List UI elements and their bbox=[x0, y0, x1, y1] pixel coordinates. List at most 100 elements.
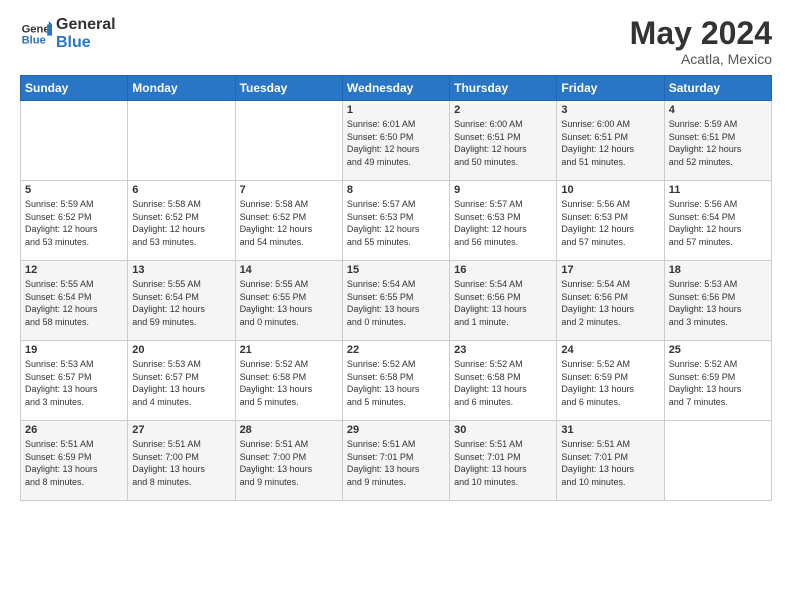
day-number: 14 bbox=[240, 264, 338, 276]
cell-info: Sunrise: 5:54 AM Sunset: 6:56 PM Dayligh… bbox=[561, 278, 659, 328]
cell-info: Sunrise: 5:52 AM Sunset: 6:59 PM Dayligh… bbox=[561, 358, 659, 408]
cell-info: Sunrise: 5:51 AM Sunset: 7:00 PM Dayligh… bbox=[240, 438, 338, 488]
calendar-cell: 15 Sunrise: 5:54 AM Sunset: 6:55 PM Dayli… bbox=[342, 261, 449, 341]
main-container: General Blue General Blue May 2024 Acatl… bbox=[0, 0, 792, 511]
day-number: 12 bbox=[25, 264, 123, 276]
calendar-cell: 2Sunrise: 6:00 AM Sunset: 6:51 PM Daylig… bbox=[450, 101, 557, 181]
day-number: 9 bbox=[454, 184, 552, 196]
day-number: 22 bbox=[347, 344, 445, 356]
week-row-2: 5 Sunrise: 5:59 AM Sunset: 6:52 PM Daylig… bbox=[21, 181, 772, 261]
subtitle: Acatla, Mexico bbox=[630, 51, 772, 67]
calendar-cell bbox=[235, 101, 342, 181]
cell-info: Sunrise: 5:55 AM Sunset: 6:55 PM Dayligh… bbox=[240, 278, 338, 328]
day-number: 3 bbox=[561, 104, 659, 116]
calendar-cell bbox=[21, 101, 128, 181]
week-row-3: 12 Sunrise: 5:55 AM Sunset: 6:54 PM Dayli… bbox=[21, 261, 772, 341]
day-number: 1 bbox=[347, 104, 445, 116]
calendar-cell: 13 Sunrise: 5:55 AM Sunset: 6:54 PM Dayli… bbox=[128, 261, 235, 341]
day-number: 31 bbox=[561, 424, 659, 436]
calendar-cell: 12 Sunrise: 5:55 AM Sunset: 6:54 PM Dayli… bbox=[21, 261, 128, 341]
calendar-cell: 23Sunrise: 5:52 AM Sunset: 6:58 PM Dayli… bbox=[450, 341, 557, 421]
cell-info: Sunrise: 5:55 AM Sunset: 6:54 PM Dayligh… bbox=[25, 278, 123, 328]
day-number: 29 bbox=[347, 424, 445, 436]
calendar-cell: 4Sunrise: 5:59 AM Sunset: 6:51 PM Daylig… bbox=[664, 101, 771, 181]
day-number: 10 bbox=[561, 184, 659, 196]
header-day-wednesday: Wednesday bbox=[342, 76, 449, 101]
logo-icon: General Blue bbox=[20, 18, 52, 50]
week-row-1: 1 Sunrise: 6:01 AM Sunset: 6:50 PM Daylig… bbox=[21, 101, 772, 181]
cell-info: Sunrise: 5:56 AM Sunset: 6:53 PM Dayligh… bbox=[561, 198, 659, 248]
day-number: 11 bbox=[669, 184, 767, 196]
cell-info: Sunrise: 5:55 AM Sunset: 6:54 PM Dayligh… bbox=[132, 278, 230, 328]
cell-info: Sunrise: 6:00 AM Sunset: 6:51 PM Dayligh… bbox=[561, 118, 659, 168]
header-day-saturday: Saturday bbox=[664, 76, 771, 101]
cell-info: Sunrise: 5:52 AM Sunset: 6:58 PM Dayligh… bbox=[240, 358, 338, 408]
header-day-monday: Monday bbox=[128, 76, 235, 101]
cell-info: Sunrise: 5:59 AM Sunset: 6:52 PM Dayligh… bbox=[25, 198, 123, 248]
day-number: 16 bbox=[454, 264, 552, 276]
svg-text:Blue: Blue bbox=[22, 34, 46, 46]
day-number: 13 bbox=[132, 264, 230, 276]
day-number: 17 bbox=[561, 264, 659, 276]
main-title: May 2024 bbox=[630, 16, 772, 51]
day-number: 8 bbox=[347, 184, 445, 196]
calendar-cell: 29 Sunrise: 5:51 AM Sunset: 7:01 PM Dayli… bbox=[342, 421, 449, 501]
day-number: 2 bbox=[454, 104, 552, 116]
calendar-cell bbox=[664, 421, 771, 501]
cell-info: Sunrise: 5:59 AM Sunset: 6:51 PM Dayligh… bbox=[669, 118, 767, 168]
calendar-cell: 20Sunrise: 5:53 AM Sunset: 6:57 PM Dayli… bbox=[128, 341, 235, 421]
cell-info: Sunrise: 5:54 AM Sunset: 6:56 PM Dayligh… bbox=[454, 278, 552, 328]
calendar-cell: 27 Sunrise: 5:51 AM Sunset: 7:00 PM Dayli… bbox=[128, 421, 235, 501]
calendar-cell: 21Sunrise: 5:52 AM Sunset: 6:58 PM Dayli… bbox=[235, 341, 342, 421]
calendar-cell: 11Sunrise: 5:56 AM Sunset: 6:54 PM Dayli… bbox=[664, 181, 771, 261]
calendar-cell: 31Sunrise: 5:51 AM Sunset: 7:01 PM Dayli… bbox=[557, 421, 664, 501]
calendar-cell: 22 Sunrise: 5:52 AM Sunset: 6:58 PM Dayli… bbox=[342, 341, 449, 421]
calendar-cell: 16 Sunrise: 5:54 AM Sunset: 6:56 PM Dayli… bbox=[450, 261, 557, 341]
cell-info: Sunrise: 5:54 AM Sunset: 6:55 PM Dayligh… bbox=[347, 278, 445, 328]
calendar-body: 1 Sunrise: 6:01 AM Sunset: 6:50 PM Daylig… bbox=[21, 101, 772, 501]
cell-info: Sunrise: 5:58 AM Sunset: 6:52 PM Dayligh… bbox=[240, 198, 338, 248]
header-day-tuesday: Tuesday bbox=[235, 76, 342, 101]
logo-text-block: General Blue bbox=[56, 16, 116, 51]
calendar-cell: 25 Sunrise: 5:52 AM Sunset: 6:59 PM Dayli… bbox=[664, 341, 771, 421]
day-number: 25 bbox=[669, 344, 767, 356]
calendar-cell: 9 Sunrise: 5:57 AM Sunset: 6:53 PM Daylig… bbox=[450, 181, 557, 261]
day-number: 7 bbox=[240, 184, 338, 196]
calendar-cell: 7 Sunrise: 5:58 AM Sunset: 6:52 PM Daylig… bbox=[235, 181, 342, 261]
cell-info: Sunrise: 5:53 AM Sunset: 6:57 PM Dayligh… bbox=[132, 358, 230, 408]
day-number: 27 bbox=[132, 424, 230, 436]
header-day-friday: Friday bbox=[557, 76, 664, 101]
cell-info: Sunrise: 5:53 AM Sunset: 6:57 PM Dayligh… bbox=[25, 358, 123, 408]
day-number: 30 bbox=[454, 424, 552, 436]
cell-info: Sunrise: 5:52 AM Sunset: 6:58 PM Dayligh… bbox=[347, 358, 445, 408]
header-row: SundayMondayTuesdayWednesdayThursdayFrid… bbox=[21, 76, 772, 101]
week-row-5: 26Sunrise: 5:51 AM Sunset: 6:59 PM Dayli… bbox=[21, 421, 772, 501]
cell-info: Sunrise: 5:57 AM Sunset: 6:53 PM Dayligh… bbox=[454, 198, 552, 248]
logo: General Blue General Blue bbox=[20, 16, 116, 51]
cell-info: Sunrise: 5:57 AM Sunset: 6:53 PM Dayligh… bbox=[347, 198, 445, 248]
day-number: 15 bbox=[347, 264, 445, 276]
cell-info: Sunrise: 5:58 AM Sunset: 6:52 PM Dayligh… bbox=[132, 198, 230, 248]
day-number: 19 bbox=[25, 344, 123, 356]
day-number: 5 bbox=[25, 184, 123, 196]
calendar-cell: 19 Sunrise: 5:53 AM Sunset: 6:57 PM Dayli… bbox=[21, 341, 128, 421]
cell-info: Sunrise: 6:01 AM Sunset: 6:50 PM Dayligh… bbox=[347, 118, 445, 168]
calendar-cell: 1 Sunrise: 6:01 AM Sunset: 6:50 PM Daylig… bbox=[342, 101, 449, 181]
logo-blue: Blue bbox=[56, 34, 116, 52]
cell-info: Sunrise: 5:51 AM Sunset: 7:01 PM Dayligh… bbox=[347, 438, 445, 488]
calendar-cell: 3 Sunrise: 6:00 AM Sunset: 6:51 PM Daylig… bbox=[557, 101, 664, 181]
day-number: 18 bbox=[669, 264, 767, 276]
cell-info: Sunrise: 5:51 AM Sunset: 7:00 PM Dayligh… bbox=[132, 438, 230, 488]
week-row-4: 19 Sunrise: 5:53 AM Sunset: 6:57 PM Dayli… bbox=[21, 341, 772, 421]
calendar-header: SundayMondayTuesdayWednesdayThursdayFrid… bbox=[21, 76, 772, 101]
calendar-cell: 6Sunrise: 5:58 AM Sunset: 6:52 PM Daylig… bbox=[128, 181, 235, 261]
calendar-cell: 30Sunrise: 5:51 AM Sunset: 7:01 PM Dayli… bbox=[450, 421, 557, 501]
cell-info: Sunrise: 5:52 AM Sunset: 6:59 PM Dayligh… bbox=[669, 358, 767, 408]
cell-info: Sunrise: 5:53 AM Sunset: 6:56 PM Dayligh… bbox=[669, 278, 767, 328]
calendar-cell bbox=[128, 101, 235, 181]
calendar-cell: 18 Sunrise: 5:53 AM Sunset: 6:56 PM Dayli… bbox=[664, 261, 771, 341]
day-number: 28 bbox=[240, 424, 338, 436]
calendar-cell: 8 Sunrise: 5:57 AM Sunset: 6:53 PM Daylig… bbox=[342, 181, 449, 261]
day-number: 23 bbox=[454, 344, 552, 356]
header-day-thursday: Thursday bbox=[450, 76, 557, 101]
